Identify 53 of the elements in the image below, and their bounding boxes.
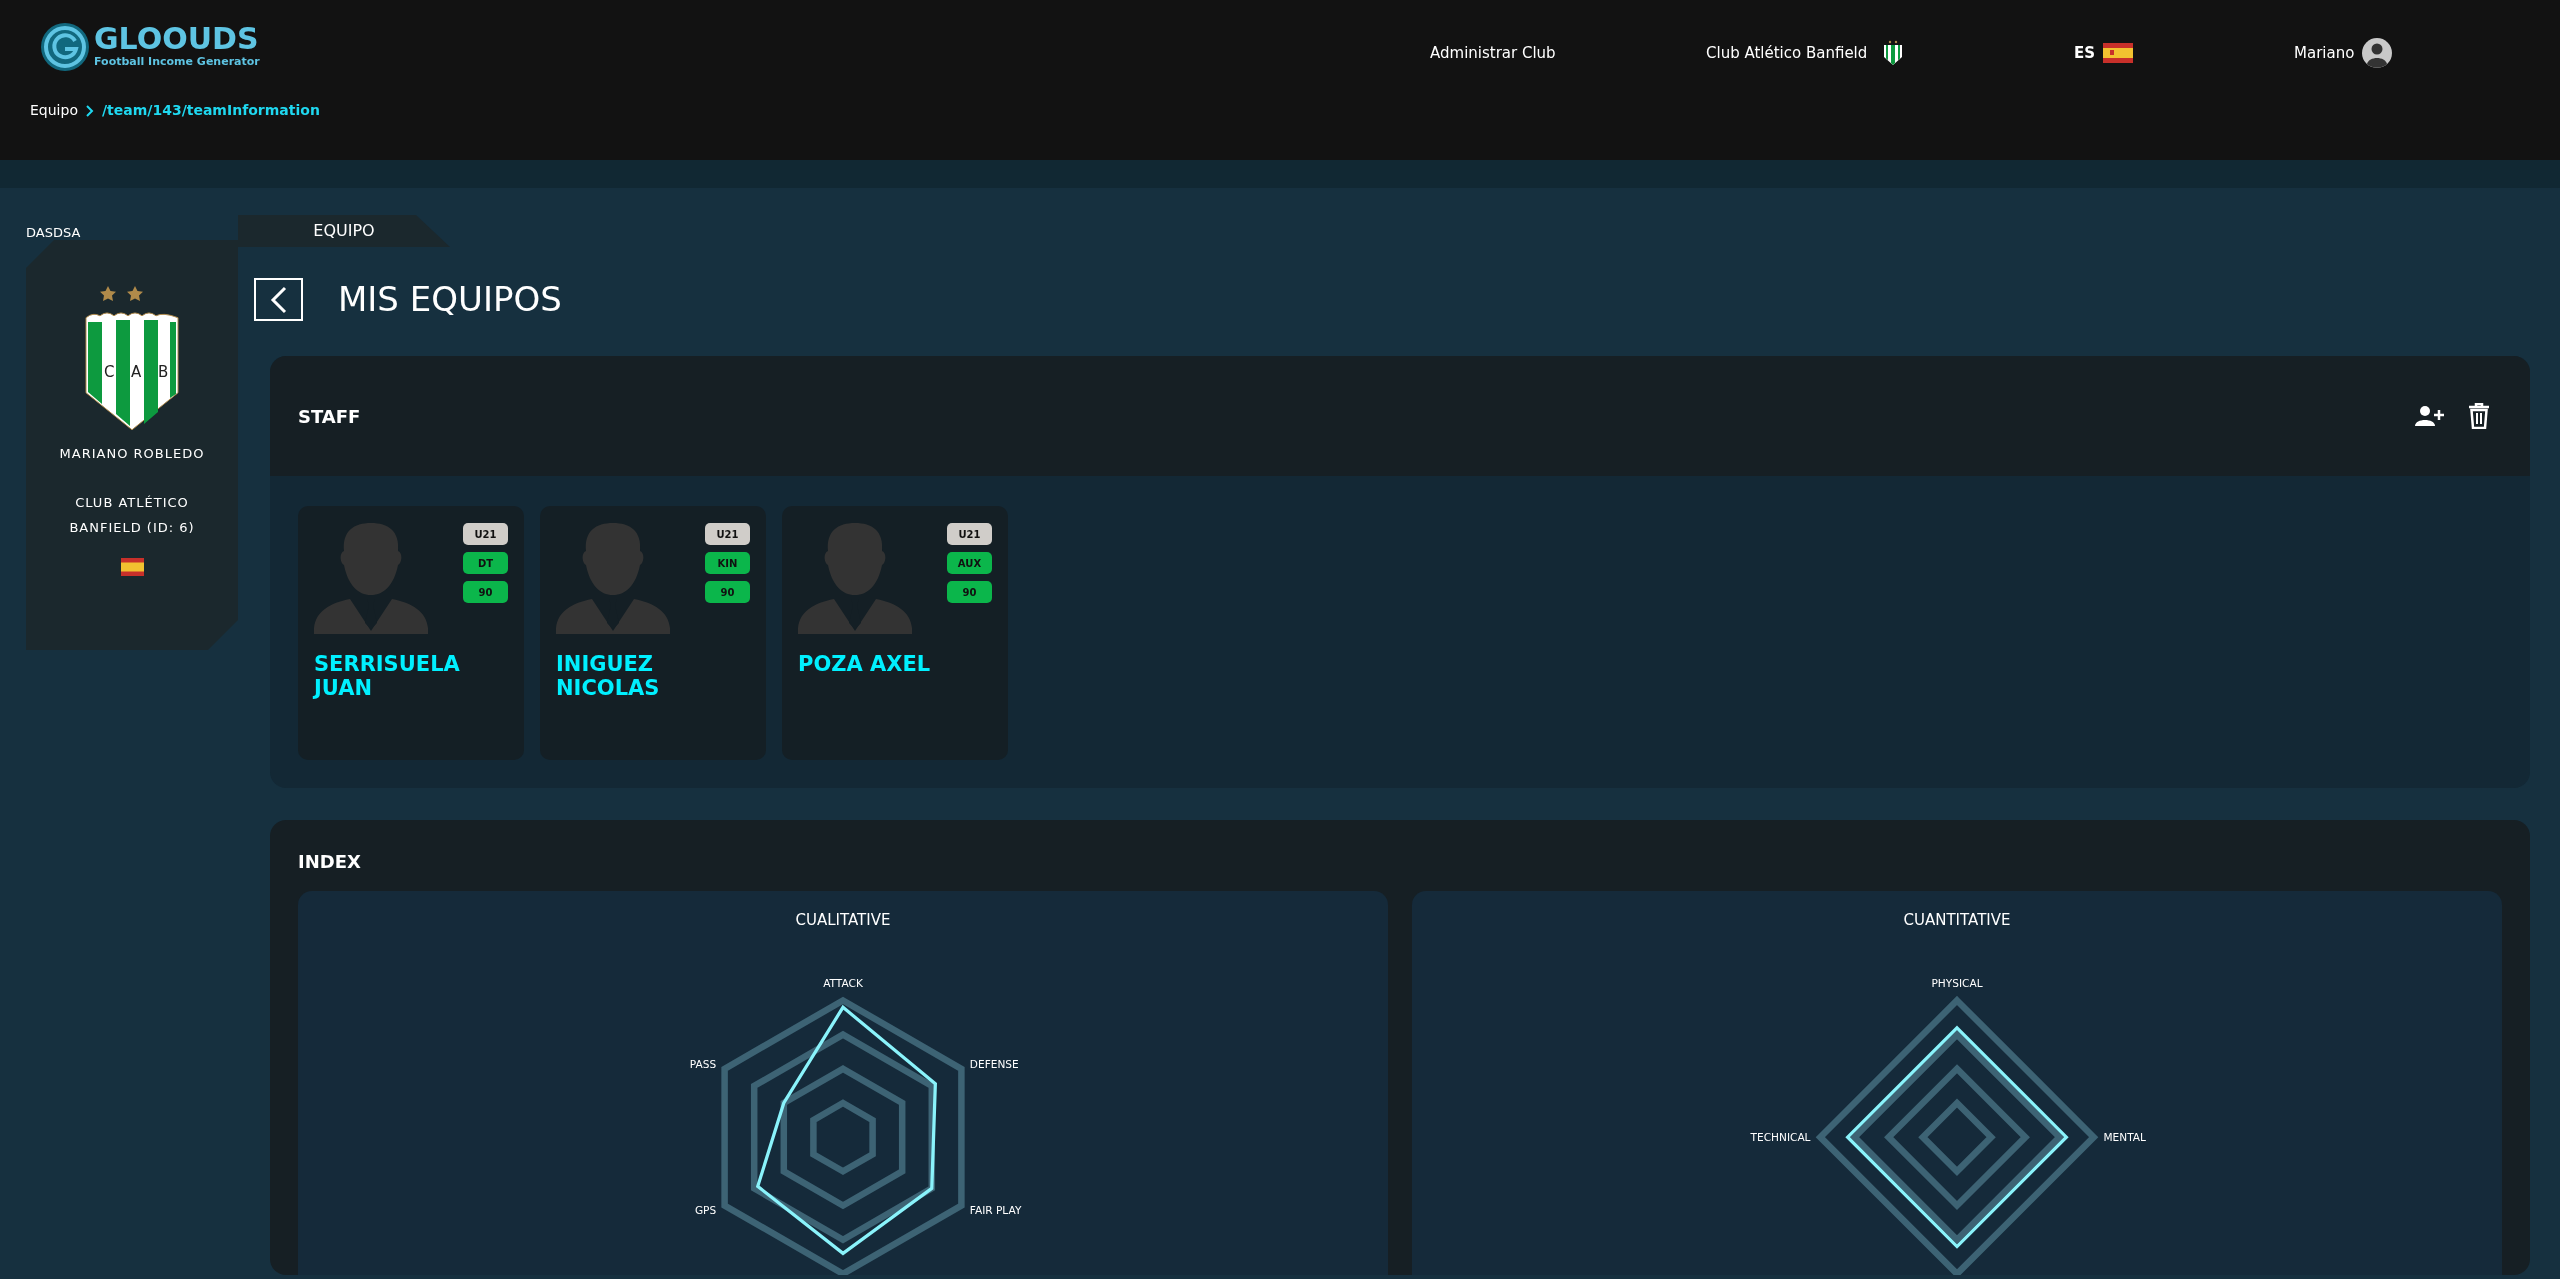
staff-card[interactable]: U21 DT 90 SERRISUELA JUAN bbox=[298, 506, 524, 760]
club-crest-icon bbox=[1883, 40, 1904, 66]
add-person-icon[interactable] bbox=[2414, 405, 2444, 427]
back-button[interactable] bbox=[254, 278, 303, 321]
tag-badge: KIN bbox=[705, 552, 750, 574]
staff-name: SERRISUELA JUAN bbox=[314, 652, 461, 701]
staff-name: POZA AXEL bbox=[798, 652, 932, 677]
axis-label: FAIR PLAY bbox=[969, 1203, 1022, 1216]
axis-label: DEFENSE bbox=[969, 1057, 1019, 1070]
page-title: MIS EQUIPOS bbox=[338, 278, 562, 321]
axis-label: GPS bbox=[694, 1203, 717, 1216]
language-code[interactable]: ES bbox=[2074, 41, 2096, 65]
person-silhouette-icon bbox=[798, 523, 912, 634]
chevron-right-icon bbox=[85, 104, 94, 117]
tag-badge: U21 bbox=[947, 523, 992, 545]
axis-label: TECHNICAL bbox=[1750, 1130, 1811, 1143]
axis-label: MENTAL bbox=[2103, 1130, 2146, 1143]
axis-label: PHYSICAL bbox=[1931, 976, 1983, 989]
panel-title: INDEX bbox=[298, 850, 362, 874]
axis-label: ATTACK bbox=[823, 976, 863, 989]
breadcrumb-link[interactable]: Equipo bbox=[30, 100, 78, 121]
tag-badge: U21 bbox=[463, 523, 508, 545]
spain-flag-icon bbox=[120, 557, 144, 576]
axis-label: PASS bbox=[689, 1057, 717, 1070]
club-name: Club Atlético Banfield bbox=[1706, 42, 1868, 64]
staff-card[interactable]: U21 AUX 90 POZA AXEL bbox=[782, 506, 1008, 760]
tag-badge: 90 bbox=[705, 581, 750, 603]
chevron-left-icon bbox=[269, 285, 288, 314]
chart-title: CUALITATIVE bbox=[795, 910, 891, 931]
person-silhouette-icon bbox=[556, 523, 670, 634]
tag-badge: AUX bbox=[947, 552, 992, 574]
spain-flag-icon bbox=[2103, 43, 2134, 63]
tag-badge: 90 bbox=[463, 581, 508, 603]
tag-badge: 90 bbox=[947, 581, 992, 603]
tag-badge: DT bbox=[463, 552, 508, 574]
tag-badge: U21 bbox=[705, 523, 750, 545]
club-name: CLUB ATLÉTICO BANFIELD (ID: 6) bbox=[68, 493, 196, 537]
user-avatar-icon[interactable] bbox=[2362, 38, 2393, 68]
chart-title: CUANTITATIVE bbox=[1903, 910, 2011, 931]
admin-club-link[interactable]: Administrar Club bbox=[1430, 41, 1706, 65]
panel-title: STAFF bbox=[298, 404, 361, 429]
staff-name: INIGUEZ NICOLAS bbox=[556, 652, 661, 701]
person-silhouette-icon bbox=[314, 523, 428, 634]
delete-icon[interactable] bbox=[2468, 403, 2490, 429]
logo-icon bbox=[40, 22, 90, 72]
manager-name: MARIANO ROBLEDO bbox=[59, 445, 205, 463]
brand-tagline: Football Income Generator bbox=[94, 53, 260, 70]
breadcrumb-path: /team/143/teamInformation bbox=[101, 101, 320, 120]
user-name[interactable]: Mariano bbox=[2294, 41, 2355, 65]
brand-name: GLOOUDS bbox=[94, 23, 260, 54]
equipo-tab[interactable]: EQUIPO bbox=[238, 215, 450, 247]
staff-card[interactable]: U21 KIN 90 INIGUEZ NICOLAS bbox=[540, 506, 766, 760]
sidebar-title: DASDSA bbox=[26, 224, 82, 240]
